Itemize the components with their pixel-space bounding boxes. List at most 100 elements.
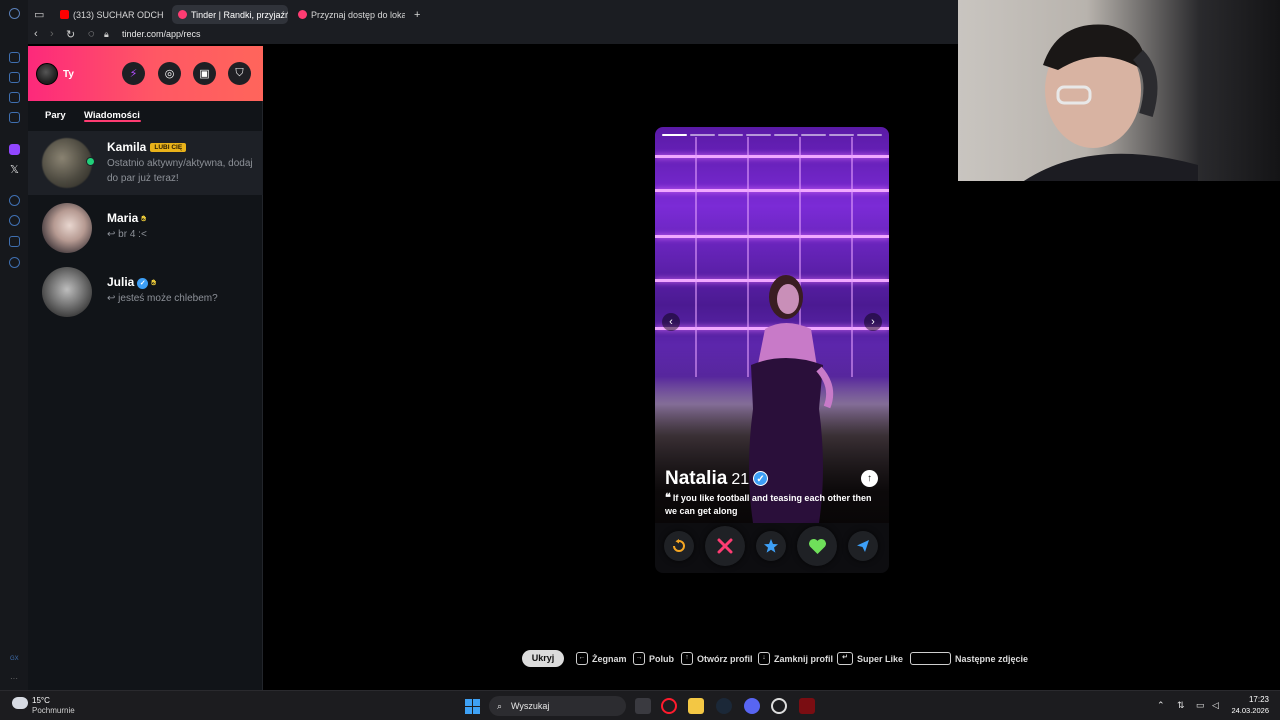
window-frame bbox=[695, 137, 697, 377]
url-field[interactable]: tinder.com/app/recs bbox=[122, 29, 201, 39]
weather-cloud-icon[interactable] bbox=[12, 697, 28, 709]
new-tab-button[interactable]: + bbox=[411, 5, 425, 24]
windows-taskbar: 15°C Pochmurnie ⌕ Wyszukaj ⌃ ⇅ ▭ ◁ 17:23 … bbox=[0, 690, 1280, 720]
tinder-icon bbox=[298, 10, 307, 19]
match-emoji-icon: ✋︎ bbox=[141, 214, 146, 223]
photo-progress-segment[interactable] bbox=[689, 134, 715, 136]
tab-matches[interactable]: Pary bbox=[45, 110, 66, 121]
tab-list-icon[interactable]: ▭ bbox=[34, 8, 44, 21]
photo-progress-segment[interactable] bbox=[745, 134, 771, 136]
weather-description[interactable]: Pochmurnie bbox=[32, 706, 75, 715]
opera-gx-icon[interactable] bbox=[661, 698, 677, 714]
active-tab-indicator bbox=[84, 120, 141, 122]
youtube-icon bbox=[60, 10, 69, 19]
photo-progress-segment[interactable] bbox=[857, 134, 882, 136]
opera-logo-icon[interactable] bbox=[9, 8, 20, 19]
obs-icon[interactable] bbox=[771, 698, 787, 714]
conversation-item[interactable]: Julia ✓ ✋︎ ↩ jesteś może chlebem? bbox=[28, 260, 263, 324]
streamer-silhouette bbox=[1024, 24, 1198, 181]
mail-icon[interactable] bbox=[9, 112, 20, 123]
profile-photo[interactable]: ‹ › bbox=[655, 127, 889, 523]
clock-date[interactable]: 24.03.2026 bbox=[1224, 706, 1269, 715]
more-icon[interactable]: ··· bbox=[10, 674, 18, 683]
shield-icon[interactable]: ◌ bbox=[88, 28, 95, 40]
profile-label[interactable]: Ty bbox=[63, 69, 74, 80]
discord-icon[interactable] bbox=[744, 698, 760, 714]
profile-card[interactable]: ‹ › Natalia 21 ✓ ↑ ❝ If you like football a… bbox=[655, 127, 889, 573]
neon-light bbox=[655, 155, 889, 158]
extensions-icon[interactable] bbox=[9, 236, 20, 247]
photo-progress-segment[interactable] bbox=[717, 134, 743, 136]
conversation-preview: ↩ jesteś może chlebem? bbox=[107, 293, 218, 304]
like-button[interactable] bbox=[797, 526, 837, 566]
boost-icon[interactable]: ⚡︎ bbox=[122, 62, 145, 85]
x-icon[interactable]: 𝕏 bbox=[10, 163, 19, 176]
rewind-icon bbox=[673, 539, 685, 552]
tab-tinder[interactable]: Tinder | Randki, przyjaźń, bbox=[172, 5, 288, 24]
safety-shield-icon[interactable]: ⛉ bbox=[228, 62, 251, 85]
rewind-button[interactable] bbox=[664, 531, 694, 561]
neon-light bbox=[655, 235, 889, 238]
task-view-icon[interactable] bbox=[635, 698, 651, 714]
match-emoji-icon: ✋︎ bbox=[151, 278, 156, 287]
briefcase-icon[interactable]: ▣ bbox=[193, 62, 216, 85]
file-explorer-icon[interactable] bbox=[688, 698, 704, 714]
tab-youtube[interactable]: (313) SUCHAR ODCHODZI bbox=[54, 5, 164, 24]
chevron-up-icon[interactable]: ⌃ bbox=[1157, 700, 1165, 711]
next-photo-button[interactable]: › bbox=[864, 313, 882, 331]
steam-icon[interactable] bbox=[716, 698, 732, 714]
tinder-sidebar: Ty ⚡︎ ◎ ▣ ⛉ Pary Wiadomości Kamila LUBI C… bbox=[28, 46, 263, 690]
bag-icon[interactable] bbox=[9, 72, 20, 83]
conversation-item[interactable]: Kamila LUBI CIĘ Ostatnio aktywny/aktywna,… bbox=[28, 131, 263, 195]
weather-temperature[interactable]: 15°C bbox=[32, 696, 50, 705]
taskbar-search[interactable]: ⌕ Wyszukaj bbox=[489, 696, 626, 716]
verified-icon: ✓ bbox=[753, 471, 769, 486]
twitch-icon[interactable] bbox=[9, 144, 20, 155]
back-icon[interactable]: ‹ bbox=[34, 28, 38, 40]
window-frame bbox=[851, 137, 853, 377]
volume-icon[interactable]: ◁ bbox=[1212, 700, 1219, 711]
explore-icon[interactable]: ◎ bbox=[158, 62, 181, 85]
search-icon: ⌕ bbox=[497, 701, 503, 711]
conversation-name: Maria ✋︎ bbox=[107, 211, 146, 225]
clock-time[interactable]: 17:23 bbox=[1229, 695, 1269, 704]
previous-photo-button[interactable]: ‹ bbox=[662, 313, 680, 331]
open-profile-button[interactable]: ↑ bbox=[861, 470, 878, 487]
arrow-up-key-icon: ↑ bbox=[681, 652, 693, 665]
super-like-button[interactable] bbox=[756, 531, 786, 561]
tab-location[interactable]: Przyznaj dostęp do lokaliz bbox=[292, 5, 405, 24]
photo-progress-segment[interactable] bbox=[829, 134, 855, 136]
app-icon[interactable] bbox=[799, 698, 815, 714]
forward-icon[interactable]: › bbox=[50, 28, 54, 40]
conversation-item[interactable]: Maria ✋︎ ↩ br 4 :< bbox=[28, 196, 263, 260]
aria-icon[interactable] bbox=[9, 52, 20, 63]
display-icon[interactable]: ▭ bbox=[1196, 700, 1205, 711]
conversation-name: Kamila LUBI CIĘ bbox=[107, 140, 187, 154]
hide-shortcuts-button[interactable]: Ukryj bbox=[522, 650, 564, 667]
messenger-icon[interactable] bbox=[9, 92, 20, 103]
tab-label: Tinder | Randki, przyjaźń, bbox=[191, 9, 288, 20]
history-icon[interactable] bbox=[9, 215, 20, 226]
photo-progress-segment[interactable] bbox=[801, 134, 827, 136]
arrow-left-key-icon: ← bbox=[576, 652, 588, 665]
address-bar: ‹ › ↻ ◌ 🔒︎ tinder.com/app/recs bbox=[0, 26, 958, 44]
player-icon[interactable] bbox=[9, 195, 20, 206]
settings-icon[interactable] bbox=[9, 257, 20, 268]
boost-button[interactable] bbox=[848, 531, 878, 561]
nope-button[interactable] bbox=[705, 526, 745, 566]
conversation-preview: Ostatnio aktywny/aktywna, dodaj do par j… bbox=[107, 158, 253, 184]
network-icon[interactable]: ⇅ bbox=[1177, 700, 1185, 711]
likes-you-badge: LUBI CIĘ bbox=[150, 143, 187, 152]
online-indicator bbox=[86, 157, 95, 166]
heart-icon bbox=[808, 538, 826, 554]
enter-key-icon: ↵ bbox=[837, 652, 853, 665]
avatar bbox=[42, 138, 92, 188]
hint-next-photo: Następne zdjęcie bbox=[910, 650, 1028, 667]
windows-start-button[interactable] bbox=[465, 699, 480, 714]
gx-icon[interactable]: GX bbox=[10, 656, 19, 662]
photo-progress-segment[interactable] bbox=[662, 134, 687, 136]
avatar[interactable] bbox=[36, 63, 58, 85]
send-icon bbox=[857, 540, 869, 552]
photo-progress-segment[interactable] bbox=[773, 134, 799, 136]
reload-icon[interactable]: ↻ bbox=[66, 28, 75, 41]
